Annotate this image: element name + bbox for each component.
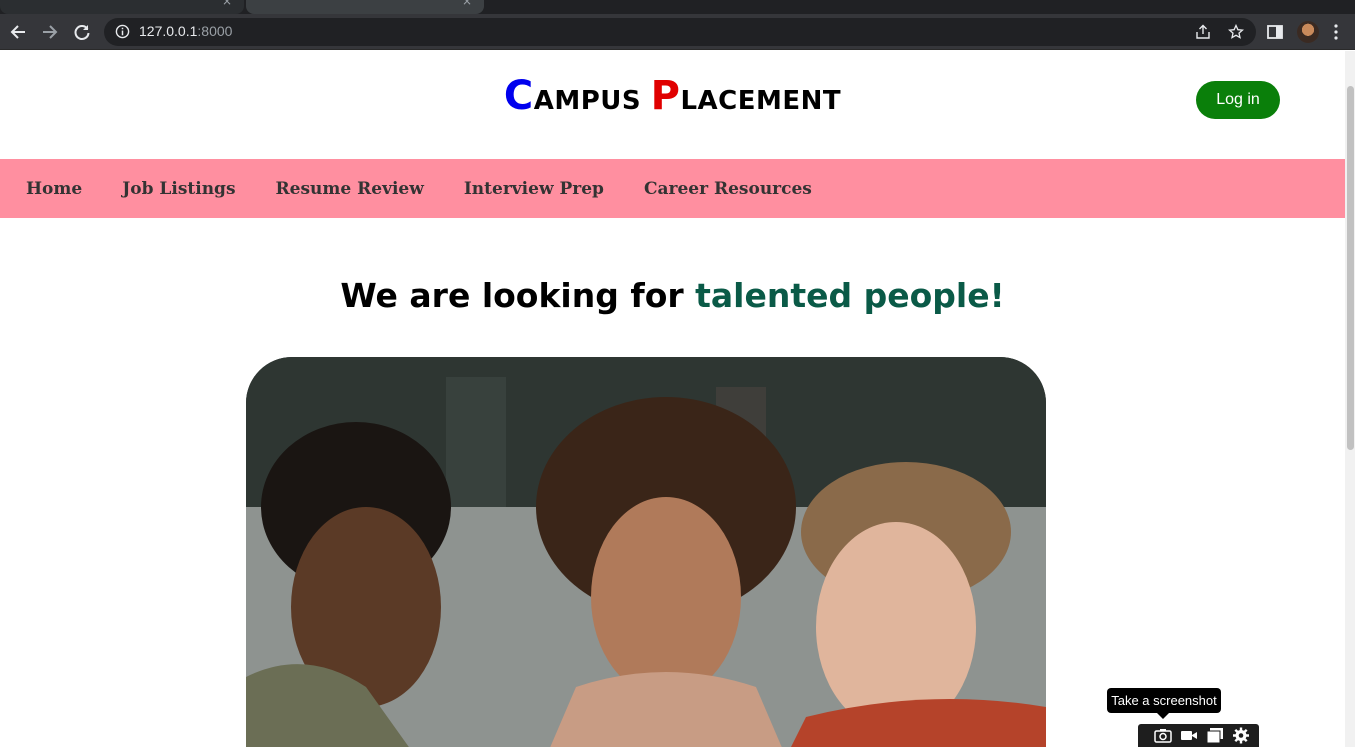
sidepanel-icon[interactable] [1266, 23, 1284, 41]
hero-image [246, 357, 1046, 747]
close-tab-icon[interactable]: × [462, 0, 472, 8]
nav-job-listings[interactable]: Job Listings [122, 179, 235, 199]
headline-highlight: talented people! [695, 276, 1005, 315]
screenshot-tooltip: Take a screenshot [1107, 688, 1221, 719]
info-icon[interactable] [115, 24, 130, 39]
browser-tab[interactable]: × [0, 0, 244, 14]
site-brand[interactable]: CAMPUS PLACEMENT [0, 73, 1345, 119]
headline-prefix: We are looking for [340, 276, 684, 315]
address-bar[interactable]: 127.0.0.1:8000 [104, 18, 1256, 46]
brand-word-2: LACEMENT [680, 86, 842, 116]
page-viewport: CAMPUS PLACEMENT Log in Home Job Listing… [0, 51, 1345, 747]
url-text: 127.0.0.1:8000 [139, 23, 233, 39]
brand-word-1: AMPUS [533, 86, 642, 116]
camera-icon[interactable] [1154, 727, 1172, 744]
kebab-menu-icon[interactable] [1334, 23, 1338, 41]
back-icon[interactable] [7, 21, 29, 43]
browser-toolbar: 127.0.0.1:8000 [0, 14, 1355, 50]
login-button[interactable]: Log in [1196, 81, 1280, 119]
share-icon[interactable] [1195, 24, 1211, 40]
browser-tab-active[interactable]: × [246, 0, 484, 14]
video-icon[interactable] [1180, 727, 1198, 744]
nav-interview-prep[interactable]: Interview Prep [464, 179, 604, 199]
star-icon[interactable] [1228, 24, 1244, 40]
tab-strip: × × [0, 0, 1355, 14]
hero-headline: We are looking for talented people! [0, 276, 1345, 315]
gear-icon[interactable] [1232, 727, 1250, 744]
screenshot-toolbar [1138, 724, 1259, 747]
reload-icon[interactable] [71, 21, 93, 43]
close-tab-icon[interactable]: × [222, 0, 232, 8]
hero-photo-illustration [246, 357, 1046, 747]
scrollbar-thumb[interactable] [1347, 86, 1354, 450]
nav-career-resources[interactable]: Career Resources [644, 179, 812, 199]
profile-avatar[interactable] [1297, 21, 1319, 43]
brand-initial-p: P [650, 73, 681, 119]
window-icon[interactable] [1206, 727, 1224, 744]
main-nav: Home Job Listings Resume Review Intervie… [0, 159, 1345, 218]
nav-resume-review[interactable]: Resume Review [276, 179, 424, 199]
nav-home[interactable]: Home [26, 179, 82, 199]
brand-initial-c: C [503, 73, 534, 119]
forward-icon[interactable] [39, 21, 61, 43]
